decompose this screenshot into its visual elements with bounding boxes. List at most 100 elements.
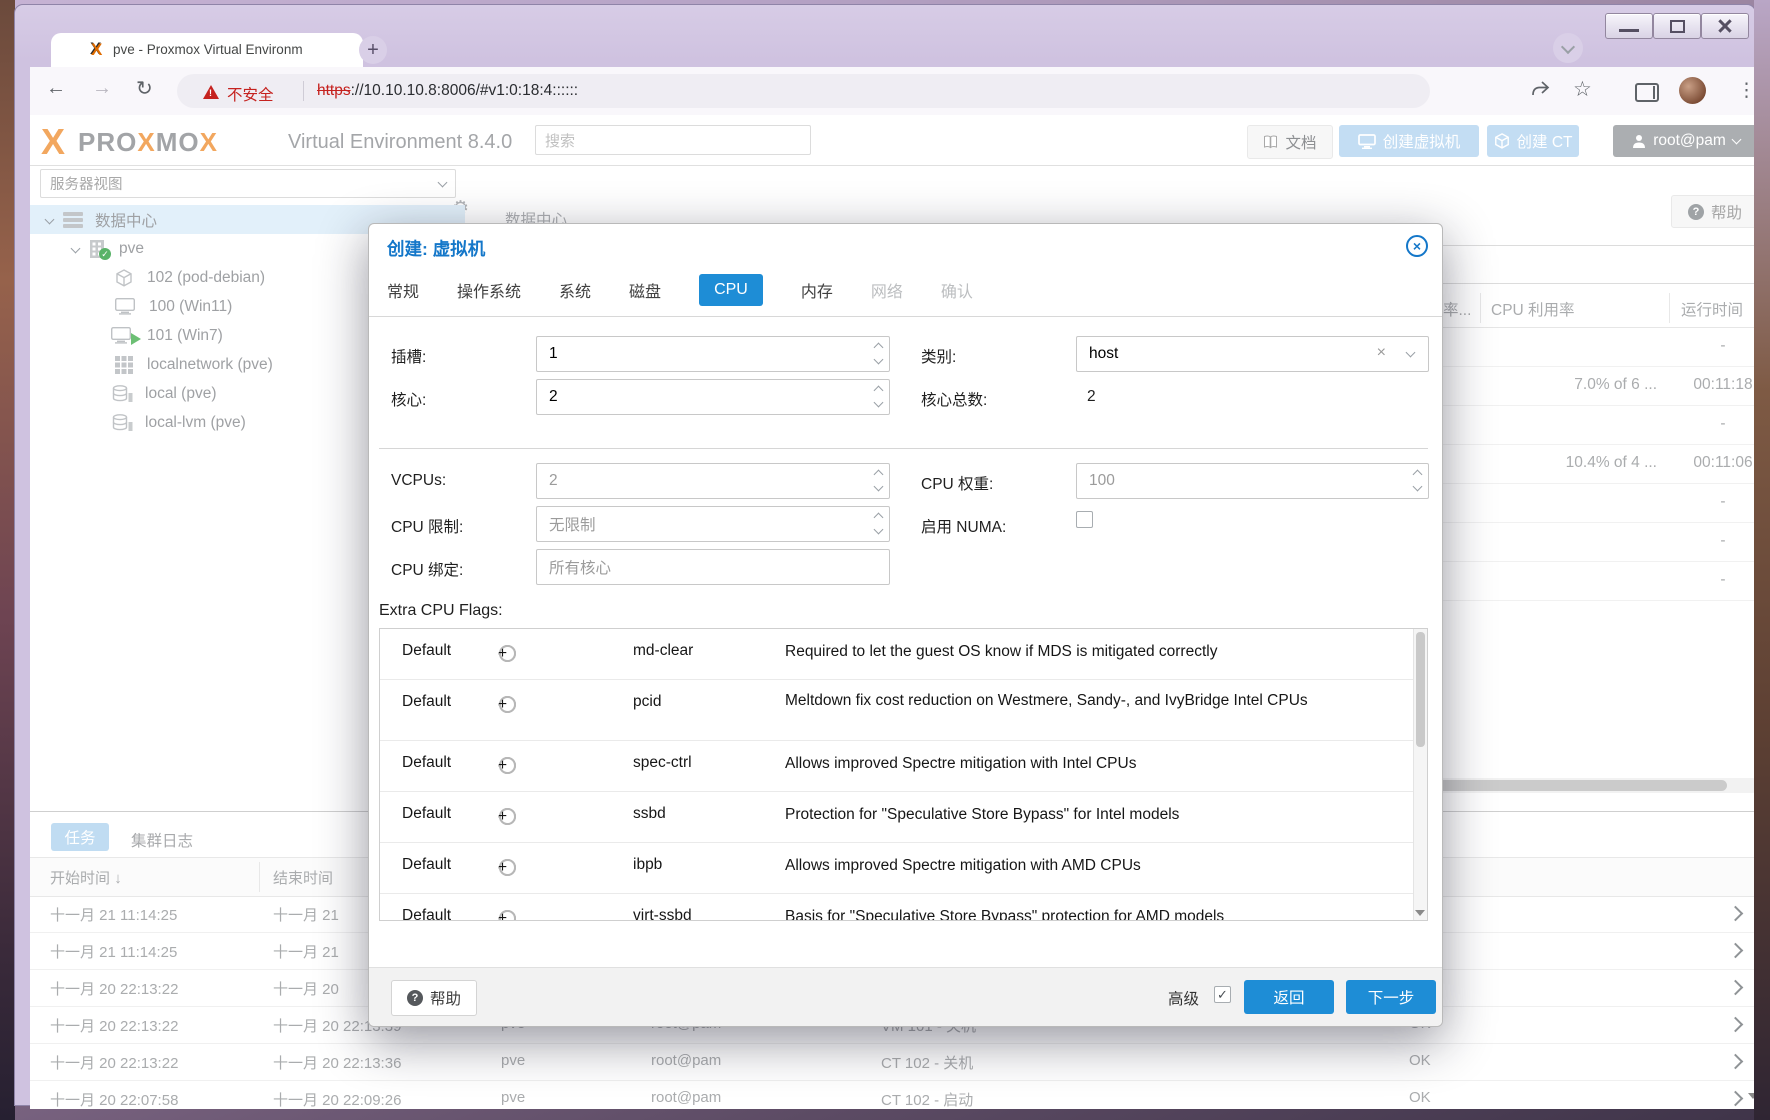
flag-row-virt-ssbd[interactable]: Default - + virt-ssbd Basis for "Specula… [380, 894, 1427, 921]
back-button[interactable]: ← [46, 77, 66, 100]
window-minimize-button[interactable] [1605, 13, 1653, 39]
cpu-type-combo[interactable]: host × [1076, 336, 1429, 372]
spinner[interactable] [875, 514, 882, 533]
flag-row-md-clear[interactable]: Default - + md-clear Required to let the… [380, 629, 1427, 680]
expander-icon[interactable] [71, 244, 81, 254]
tab-cpu[interactable]: CPU [699, 274, 763, 306]
browser-menu-icon[interactable]: ⋮ [1737, 79, 1756, 102]
combo-dropdown-icon[interactable] [1406, 348, 1416, 358]
cpu-weight-input[interactable]: 100 [1076, 463, 1429, 499]
col-uptime-header[interactable]: 运行时间 [1681, 298, 1743, 320]
plus-icon[interactable]: + [498, 645, 507, 663]
scroll-down-icon[interactable] [1748, 1093, 1758, 1099]
flag-name: pcid [633, 693, 661, 711]
window-maximize-button[interactable] [1653, 13, 1701, 39]
scrollbar-thumb[interactable] [1416, 632, 1425, 747]
scroll-right-icon[interactable] [1763, 782, 1769, 792]
tab-system[interactable]: 系统 [559, 278, 591, 302]
plus-icon[interactable]: + [498, 757, 507, 775]
expander-icon[interactable] [45, 215, 55, 225]
spinner-down-icon[interactable] [874, 482, 884, 492]
flag-row-spec-ctrl[interactable]: Default - + spec-ctrl Allows improved Sp… [380, 741, 1427, 792]
tab-memory[interactable]: 内存 [801, 278, 833, 302]
window-close-button[interactable] [1701, 13, 1749, 39]
global-search-input[interactable]: 搜索 [535, 125, 811, 155]
tab-network[interactable]: 网络 [871, 278, 903, 302]
flag-row-ssbd[interactable]: Default - + ssbd Protection for "Specula… [380, 792, 1427, 843]
plus-icon[interactable]: + [498, 696, 507, 714]
back-button[interactable]: 返回 [1244, 980, 1334, 1014]
share-icon[interactable] [1529, 79, 1551, 104]
url-text[interactable]: https://10.10.10.8:8006/#v1:0:18:4:::::: [317, 82, 578, 100]
vm-running-icon [111, 327, 131, 344]
task-row[interactable]: 十一月 20 22:07:58 十一月 20 22:09:26 pve root… [30, 1080, 1769, 1109]
tab-tasks[interactable]: 任务 [51, 823, 109, 851]
new-tab-button[interactable]: + [359, 36, 387, 64]
cores-input[interactable]: 2 [536, 379, 890, 415]
advanced-checkbox[interactable]: ✓ [1214, 986, 1231, 1003]
row-expand-icon[interactable] [1728, 1091, 1744, 1107]
flag-row-pcid[interactable]: Default - + pcid Meltdown fix cost reduc… [380, 680, 1427, 741]
profile-avatar[interactable] [1679, 77, 1706, 104]
forward-button[interactable]: → [92, 77, 112, 100]
bookmark-star-icon[interactable]: ☆ [1573, 77, 1592, 102]
reload-button[interactable]: ↻ [136, 76, 153, 101]
dialog-help-button[interactable]: ? 帮助 [391, 980, 477, 1016]
spinner-up-icon[interactable] [874, 470, 884, 480]
create-vm-button[interactable]: 创建虚拟机 [1339, 125, 1479, 157]
view-selector[interactable]: 服务器视图 [40, 169, 456, 198]
plus-icon[interactable]: + [498, 859, 507, 877]
row-expand-icon[interactable] [1728, 906, 1744, 922]
help-button[interactable]: ? 帮助 [1671, 195, 1759, 228]
scroll-down-icon[interactable] [1415, 910, 1425, 916]
row-expand-icon[interactable] [1728, 943, 1744, 959]
col-cpu-header[interactable]: CPU 利用率 [1491, 298, 1575, 320]
spinner[interactable] [875, 387, 882, 406]
spinner-down-icon[interactable] [874, 525, 884, 535]
spinner-up-icon[interactable] [1413, 470, 1423, 480]
tab-os[interactable]: 操作系统 [457, 278, 521, 302]
spinner[interactable] [875, 344, 882, 363]
tab-confirm[interactable]: 确认 [941, 278, 973, 302]
col-end-header[interactable]: 结束时间 [273, 867, 333, 888]
tab-general[interactable]: 常规 [387, 278, 419, 302]
sockets-input[interactable]: 1 [536, 336, 890, 372]
security-warning-icon[interactable]: ! [203, 85, 219, 99]
task-row[interactable]: 十一月 20 22:13:22 十一月 20 22:13:36 pve root… [30, 1043, 1769, 1081]
spinner[interactable] [1414, 471, 1421, 490]
spinner-down-icon[interactable] [874, 398, 884, 408]
spinner-up-icon[interactable] [874, 343, 884, 353]
col-mem-header[interactable]: 率... [1443, 298, 1471, 320]
back-label: 返回 [1273, 986, 1304, 1008]
documentation-button[interactable]: 文档 [1247, 125, 1333, 159]
flag-row-ibpb[interactable]: Default - + ibpb Allows improved Spectre… [380, 843, 1427, 894]
numa-checkbox[interactable] [1076, 511, 1093, 528]
browser-tab[interactable]: X pve - Proxmox Virtual Environm × [51, 33, 363, 67]
clear-icon[interactable]: × [1377, 344, 1386, 362]
side-panel-icon[interactable] [1635, 83, 1659, 102]
row-expand-icon[interactable] [1728, 980, 1744, 996]
plus-icon[interactable]: + [498, 808, 507, 826]
tab-disks[interactable]: 磁盘 [629, 278, 661, 302]
tab-search-button[interactable] [1553, 33, 1583, 63]
next-button[interactable]: 下一步 [1346, 980, 1436, 1014]
row-expand-icon[interactable] [1728, 1054, 1744, 1070]
spinner-up-icon[interactable] [874, 513, 884, 523]
spinner-down-icon[interactable] [1413, 482, 1423, 492]
affinity-input[interactable]: 所有核心 [536, 549, 890, 585]
col-start-header[interactable]: 开始时间 ↓ [50, 867, 122, 888]
create-ct-button[interactable]: 创建 CT [1487, 125, 1579, 157]
cpu-limit-input[interactable]: 无限制 [536, 506, 890, 542]
vcpus-input[interactable]: 2 [536, 463, 890, 499]
plus-icon[interactable]: + [498, 910, 507, 921]
row-expand-icon[interactable] [1728, 1017, 1744, 1033]
spinner[interactable] [875, 471, 882, 490]
chevron-down-icon [1731, 135, 1741, 145]
spinner-down-icon[interactable] [874, 355, 884, 365]
tab-cluster-log[interactable]: 集群日志 [131, 829, 193, 851]
user-menu-button[interactable]: root@pam [1613, 125, 1759, 157]
spinner-up-icon[interactable] [874, 386, 884, 396]
not-secure-label[interactable]: 不安全 [227, 83, 274, 105]
flags-scrollbar[interactable] [1413, 629, 1427, 920]
dialog-close-icon[interactable]: × [1406, 235, 1428, 257]
